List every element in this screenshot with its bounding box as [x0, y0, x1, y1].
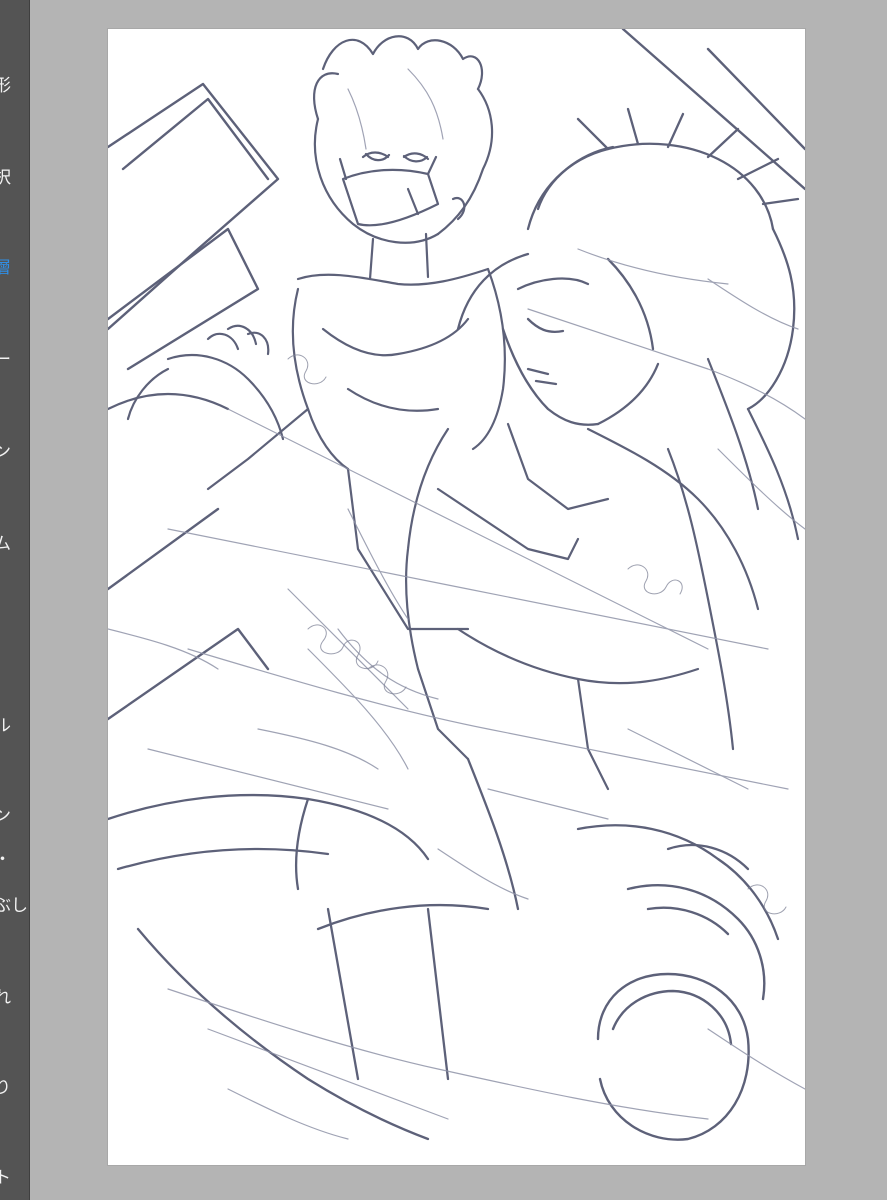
- tool-item-11[interactable]: れ: [0, 984, 29, 1014]
- tool-item-selection[interactable]: 択: [0, 164, 29, 194]
- tool-item-layer[interactable]: 層: [0, 254, 29, 284]
- tool-item-9[interactable]: ・: [0, 846, 29, 876]
- tool-label: 形: [0, 76, 11, 96]
- tool-item-13[interactable]: ト: [0, 1164, 29, 1194]
- tool-label: ン: [0, 806, 11, 826]
- tool-palette: 形 択 層 ー ン ム ル ン ・ ぶし れ り: [0, 0, 30, 1200]
- tool-item-8[interactable]: ン: [0, 802, 29, 832]
- tool-item-6[interactable]: ム: [0, 530, 29, 560]
- tool-label: り: [0, 1078, 11, 1098]
- tool-item-4[interactable]: ー: [0, 346, 29, 376]
- tool-label: ー: [0, 350, 11, 370]
- tool-label: ム: [0, 534, 11, 554]
- tool-item-10[interactable]: ぶし: [0, 892, 29, 922]
- tool-item-12[interactable]: り: [0, 1074, 29, 1104]
- tool-label: れ: [0, 988, 11, 1008]
- tool-label: 層: [0, 258, 11, 278]
- sketch-artwork: [108, 29, 805, 1141]
- tool-item-7[interactable]: ル: [0, 712, 29, 742]
- drawing-canvas[interactable]: [108, 29, 805, 1165]
- tool-item-5[interactable]: ン: [0, 438, 29, 468]
- drawing-app-window: 形 択 層 ー ン ム ル ン ・ ぶし れ り: [0, 0, 887, 1200]
- tool-label: ン: [0, 442, 11, 462]
- tool-label: ト: [0, 1168, 11, 1188]
- tool-label: ・: [0, 850, 11, 870]
- tool-item-shape[interactable]: 形: [0, 72, 29, 102]
- tool-label: ル: [0, 716, 11, 736]
- tool-label: ぶし: [0, 896, 28, 916]
- tool-label: 択: [0, 168, 11, 188]
